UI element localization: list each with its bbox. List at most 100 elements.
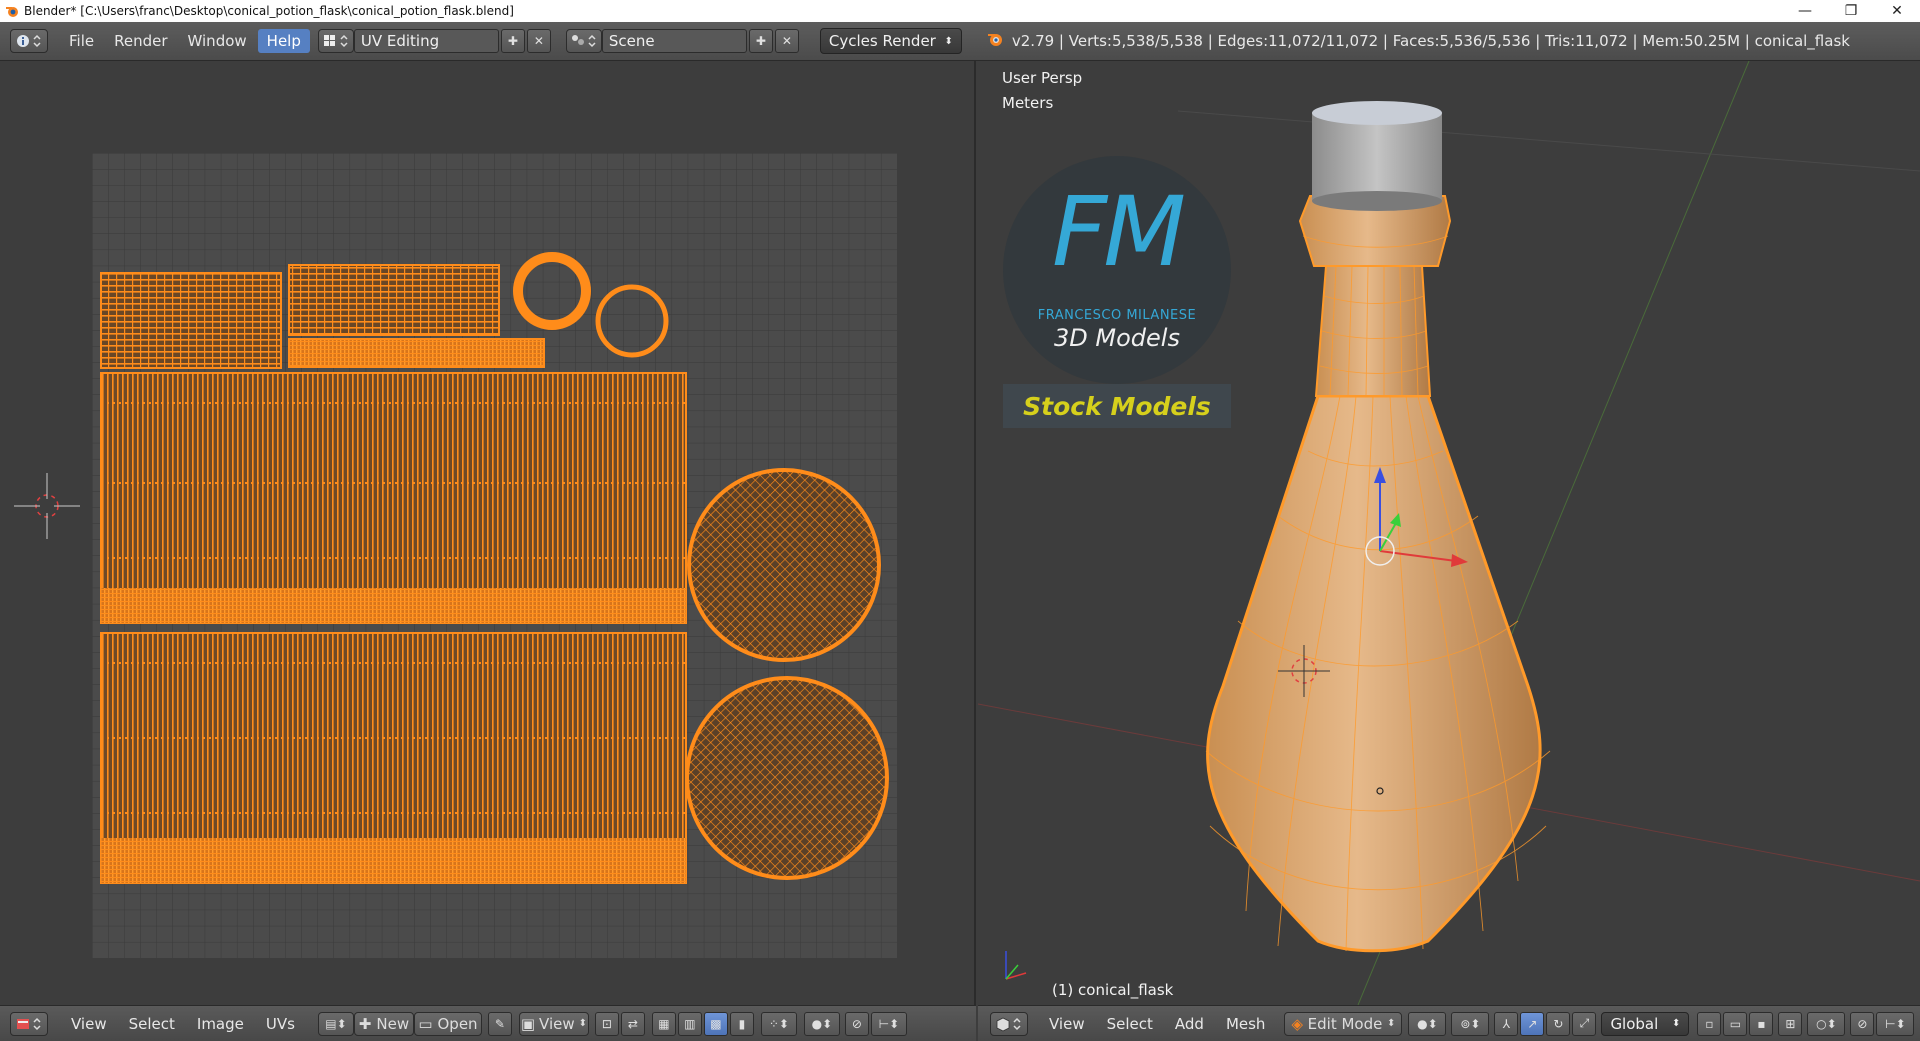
3d-menu-add[interactable]: Add <box>1164 1012 1215 1036</box>
fm-author-name: FRANCESCO MILANESE <box>1037 308 1197 323</box>
uv-menu-image[interactable]: Image <box>186 1012 255 1036</box>
new-image-button[interactable]: ✚ New <box>353 1011 414 1036</box>
uv-island-body-outer[interactable] <box>100 372 687 624</box>
menu-help[interactable]: Help <box>257 29 310 53</box>
uv-menu-view[interactable]: View <box>60 1012 118 1036</box>
sticky-selection-icon: ⁘⬍ <box>768 1016 789 1031</box>
menu-render[interactable]: Render <box>105 29 176 53</box>
screen-layout-browse-button[interactable] <box>317 29 354 53</box>
uv-menu-uvs[interactable]: UVs <box>255 1012 306 1036</box>
plus-icon: ✚ <box>507 34 518 48</box>
snap-toggle-button[interactable]: ⊘ <box>844 1011 869 1036</box>
uv-image-editor[interactable] <box>0 61 976 1005</box>
image-view-mode-selector[interactable]: ▣ View ⬍ <box>518 1011 589 1036</box>
image-browse-button[interactable]: ▤⬍ <box>317 1011 354 1036</box>
menu-file[interactable]: File <box>60 29 103 53</box>
occlude-geometry-button[interactable]: ⊞ <box>1778 1011 1803 1036</box>
x-icon: ✕ <box>533 34 544 48</box>
close-button[interactable]: ✕ <box>1874 0 1920 22</box>
snap-element-selector[interactable]: ⊢⬍ <box>870 1011 907 1036</box>
render-engine-value: Cycles Render <box>828 32 936 50</box>
face-select-button[interactable]: ▪ <box>1749 1011 1774 1036</box>
scene-stats: v2.79 | Verts:5,538/5,538 | Edges:11,072… <box>1011 32 1850 50</box>
uv-grid-canvas[interactable] <box>92 153 897 958</box>
menu-window[interactable]: Window <box>179 29 256 53</box>
render-engine-selector[interactable]: Cycles Render ⬍ <box>819 28 962 54</box>
proportional-editing-selector[interactable]: ○⬍ <box>1807 1011 1846 1036</box>
plus-icon: ✚ <box>755 34 766 48</box>
layout-grid-icon <box>323 34 348 48</box>
snap-toggle-3d-button[interactable]: ⊘ <box>1850 1011 1875 1036</box>
add-screen-button[interactable]: ✚ <box>500 29 525 53</box>
scene-browse-button[interactable] <box>565 29 602 53</box>
window-titlebar: Blender* [C:\Users\franc\Desktop\conical… <box>0 0 1920 22</box>
3d-menu-mesh[interactable]: Mesh <box>1215 1012 1277 1036</box>
vertex-select-mode-button[interactable]: ▦ <box>651 1011 676 1036</box>
conical-flask-mesh[interactable] <box>1205 195 1551 953</box>
snap-element-3d-selector[interactable]: ⊢⬍ <box>1876 1011 1915 1036</box>
window-title: Blender* [C:\Users\franc\Desktop\conical… <box>24 4 514 18</box>
interaction-mode-selector[interactable]: ◈ Edit Mode ⬍ <box>1284 1011 1403 1036</box>
pin-image-button[interactable]: ✎ <box>487 1011 512 1036</box>
transform-orientation-selector[interactable]: Global ⬍ <box>1601 1011 1690 1036</box>
uv-island-body-inner[interactable] <box>100 632 687 884</box>
image-editor-icon <box>17 1017 41 1030</box>
viewport-shading-selector[interactable]: ●⬍ <box>1408 1011 1447 1036</box>
delete-scene-button[interactable]: ✕ <box>774 29 799 53</box>
stock-models-banner: Stock Models <box>1003 384 1231 428</box>
solid-shading-icon: ●⬍ <box>1417 1016 1438 1031</box>
fm-subtitle: 3D Models <box>1054 324 1180 352</box>
uv-menu-select[interactable]: Select <box>118 1012 186 1036</box>
maximize-button[interactable]: ❐ <box>1828 0 1874 22</box>
blender-logo-icon <box>986 30 1004 52</box>
info-header: File Render Window Help UV Editing ✚ ✕ S… <box>0 22 1920 61</box>
open-image-button[interactable]: ▭ Open <box>413 1011 482 1036</box>
screen-layout-field[interactable]: UV Editing <box>353 29 499 53</box>
2d-cursor-icon[interactable] <box>14 473 80 539</box>
translate-manipulator-button[interactable]: ↗ <box>1520 1011 1545 1036</box>
fm-logo-badge: FM FRANCESCO MILANESE 3D Models <box>1003 156 1231 384</box>
delete-screen-button[interactable]: ✕ <box>526 29 551 53</box>
new-image-label: New <box>376 1014 410 1033</box>
info-icon <box>17 34 41 48</box>
pivot-center-selector[interactable]: ⊚⬍ <box>1451 1011 1490 1036</box>
axis-gizmo-icon <box>1005 951 1027 980</box>
face-select-mode-button[interactable]: ▩ <box>703 1011 728 1036</box>
updown-arrows-icon: ⬍ <box>578 1018 588 1029</box>
editor-type-image-button[interactable] <box>10 1011 48 1036</box>
manipulator-icon: ⅄ <box>1502 1016 1511 1031</box>
sync-selection-button[interactable]: ⇄ <box>620 1011 645 1036</box>
uv-island-neck[interactable] <box>100 272 282 369</box>
island-select-mode-button[interactable]: ▮ <box>729 1011 754 1036</box>
pivot-icon: ⊡ <box>601 1016 612 1031</box>
add-scene-button[interactable]: ✚ <box>748 29 773 53</box>
pivot-point-button[interactable]: ⊡ <box>594 1011 619 1036</box>
active-object-label: (1) conical_flask <box>1052 981 1174 999</box>
3d-menu-view[interactable]: View <box>1038 1012 1096 1036</box>
vertex-select-icon: ▦ <box>658 1016 670 1031</box>
minimize-button[interactable]: — <box>1782 0 1828 22</box>
uv-island-bottom-disk[interactable] <box>687 468 881 662</box>
edge-select-mode-button[interactable]: ▥ <box>677 1011 702 1036</box>
scale-manipulator-button[interactable]: ⤢ <box>1572 1011 1597 1036</box>
flask-cap-mesh[interactable] <box>1312 101 1442 211</box>
editor-type-info-button[interactable] <box>10 29 48 53</box>
3d-viewport[interactable]: User Persp Meters FM FRANCESCO MILANESE … <box>978 61 1920 1005</box>
editor-type-3dview-button[interactable] <box>990 1011 1028 1036</box>
3d-menu-select[interactable]: Select <box>1096 1012 1164 1036</box>
sync-icon: ⇄ <box>627 1016 638 1031</box>
edge-select-button[interactable]: ▭ <box>1723 1011 1748 1036</box>
scene-icon <box>571 34 596 48</box>
proportional-edit-selector[interactable]: ●⬍ <box>803 1011 840 1036</box>
manipulator-toggle-button[interactable]: ⅄ <box>1494 1011 1519 1036</box>
scene-field[interactable]: Scene <box>601 29 747 53</box>
rotate-manipulator-button[interactable]: ↻ <box>1546 1011 1571 1036</box>
edge-select-icon: ▥ <box>684 1016 696 1031</box>
uv-island-cap-disk[interactable] <box>685 676 889 880</box>
proportional-icon: ○⬍ <box>1816 1016 1837 1031</box>
face-select-icon: ▩ <box>710 1016 722 1031</box>
sticky-selection-selector[interactable]: ⁘⬍ <box>760 1011 797 1036</box>
folder-icon: ▭ <box>418 1014 433 1033</box>
scene-name: Scene <box>608 32 655 50</box>
vertex-select-button[interactable]: ▫ <box>1697 1011 1722 1036</box>
